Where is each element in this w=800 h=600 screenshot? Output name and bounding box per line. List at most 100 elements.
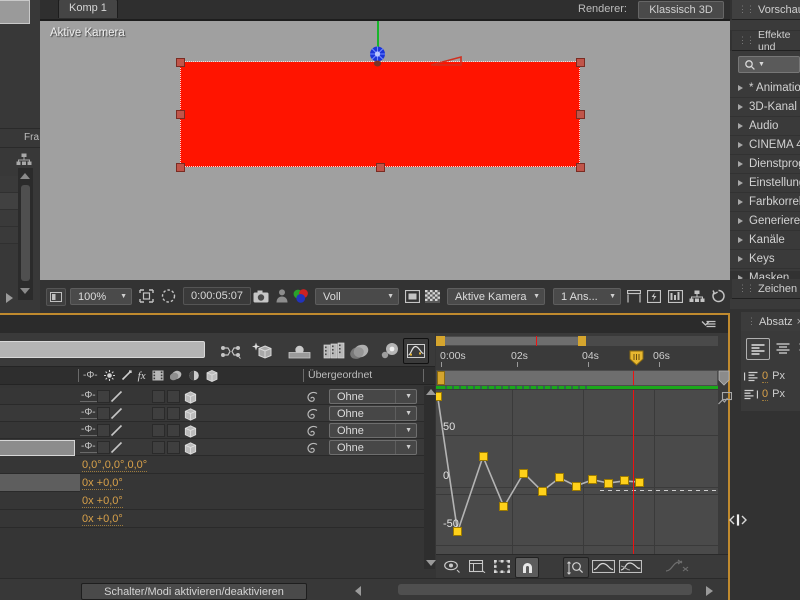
timeline-search-input[interactable] bbox=[0, 341, 205, 358]
layer-three-d-switch[interactable] bbox=[183, 441, 197, 455]
property-value-field[interactable]: 0x +0,0° bbox=[82, 477, 123, 490]
layer-three-d-switch[interactable] bbox=[183, 407, 197, 421]
disclosure-triangle-icon[interactable] bbox=[738, 85, 743, 91]
region-of-interest-icon[interactable] bbox=[138, 288, 154, 304]
layer-handle-bm[interactable] bbox=[376, 163, 385, 172]
status-hscroll-left-arrow[interactable] bbox=[355, 586, 361, 596]
graph-keyframe[interactable] bbox=[588, 475, 598, 485]
work-area-end-handle[interactable] bbox=[436, 336, 444, 346]
effects-category-item[interactable]: Keys bbox=[730, 250, 800, 269]
camera-view-select[interactable]: Aktive Kamera ▼ bbox=[447, 288, 545, 305]
graph-keyframe[interactable] bbox=[635, 477, 645, 487]
status-hscrollbar-thumb[interactable] bbox=[398, 584, 692, 595]
effects-category-item[interactable]: CINEMA 4D bbox=[730, 136, 800, 155]
layer-motionblur-switch[interactable] bbox=[167, 424, 180, 437]
layer-lock-switch[interactable] bbox=[110, 441, 123, 454]
panel-resize-handle-icon[interactable] bbox=[728, 510, 748, 530]
indent-right-value[interactable]: 0 bbox=[762, 388, 769, 401]
property-value-field[interactable]: 0x +0,0° bbox=[82, 513, 123, 526]
layer-motionblur-switch[interactable] bbox=[167, 441, 180, 454]
brainstorm-icon[interactable] bbox=[379, 341, 403, 361]
layer-lock-switch[interactable] bbox=[110, 407, 123, 420]
transparency-grid-icon[interactable] bbox=[424, 288, 441, 304]
layer-solo-switch[interactable] bbox=[97, 407, 110, 420]
effects-category-item[interactable]: Farbkorrek bbox=[730, 193, 800, 212]
timeline-panel-menu-icon[interactable] bbox=[700, 319, 716, 329]
graph-editor-icon[interactable] bbox=[403, 338, 429, 364]
disclosure-triangle-icon[interactable] bbox=[738, 180, 743, 186]
project-vscrollbar-thumb[interactable] bbox=[21, 185, 30, 281]
fx-icon[interactable]: fx bbox=[138, 370, 146, 382]
frame-blend-icon[interactable] bbox=[152, 370, 164, 381]
align-right-icon[interactable] bbox=[796, 338, 800, 358]
flowchart-icon[interactable] bbox=[688, 288, 705, 304]
panel-tab-vorschau[interactable]: ⋮⋮ Vorschau × bbox=[732, 0, 800, 20]
fit-all-icon[interactable] bbox=[618, 558, 642, 574]
parent-pickwhip-icon[interactable] bbox=[305, 407, 319, 421]
fit-selection-icon[interactable] bbox=[591, 558, 615, 574]
draft-3d-icon[interactable] bbox=[251, 340, 275, 362]
disclosure-triangle-icon[interactable] bbox=[738, 104, 743, 110]
pixel-aspect-icon[interactable] bbox=[626, 288, 642, 304]
current-time-field[interactable]: 0:00:05:07 bbox=[183, 287, 251, 305]
lock-icon[interactable] bbox=[121, 370, 132, 381]
renderer-button[interactable]: Klassisch 3D bbox=[638, 1, 724, 19]
layer-name-field[interactable] bbox=[0, 440, 75, 456]
property-value-field[interactable]: 0,0°,0,0°,0,0° bbox=[82, 459, 148, 472]
effects-category-list[interactable]: * Animatio 3D-Kanal Audio CINEMA 4D Dienstpr… bbox=[730, 79, 800, 288]
layer-handle-mr[interactable] bbox=[576, 110, 585, 119]
comp-tab-komp1[interactable]: Komp 1 bbox=[58, 0, 118, 18]
snap-icon[interactable] bbox=[515, 557, 539, 578]
channel-rgb-icon[interactable] bbox=[292, 288, 310, 304]
disclosure-triangle-icon[interactable] bbox=[738, 161, 743, 167]
graph-keyframe[interactable] bbox=[499, 502, 509, 512]
panel-tab-effekte[interactable]: ⋮⋮ Effekte und bbox=[732, 29, 800, 53]
layer-handle-bl[interactable] bbox=[176, 163, 185, 172]
project-scroll-up-arrow[interactable] bbox=[20, 173, 30, 179]
layer-solo-switch[interactable] bbox=[97, 441, 110, 454]
show-snapshot-icon[interactable] bbox=[274, 288, 289, 304]
timeline-property-row[interactable] bbox=[0, 492, 424, 510]
panel-tab-zeichen[interactable]: ⋮⋮ Zeichen × bbox=[732, 279, 800, 299]
graph-keyframe[interactable] bbox=[555, 473, 565, 483]
motion-blur-icon[interactable] bbox=[347, 341, 371, 361]
layer-frameblend-switch[interactable] bbox=[152, 424, 165, 437]
timeline-panel-icon[interactable] bbox=[667, 288, 684, 304]
effects-category-item[interactable]: Generieren bbox=[730, 212, 800, 231]
graph-keyframe[interactable] bbox=[603, 478, 613, 488]
graph-keyframe[interactable] bbox=[619, 476, 629, 486]
effects-category-item[interactable]: Einstellung bbox=[730, 174, 800, 193]
graph-fit-view-icon[interactable] bbox=[718, 391, 732, 405]
graph-editor-canvas[interactable] bbox=[436, 390, 718, 554]
toggle-view-layout-icon[interactable] bbox=[46, 288, 66, 306]
layer-handle-tl[interactable] bbox=[176, 58, 185, 67]
layer-frameblend-switch[interactable] bbox=[152, 441, 165, 454]
layer-three-d-switch[interactable] bbox=[183, 390, 197, 404]
layer-parent-select[interactable]: Ohne ▼ bbox=[329, 423, 417, 438]
parent-pickwhip-icon[interactable] bbox=[305, 441, 319, 455]
effects-category-item[interactable]: Kanäle bbox=[730, 231, 800, 250]
project-row[interactable] bbox=[0, 176, 18, 193]
show-properties-icon[interactable] bbox=[443, 558, 461, 574]
snapshot-icon[interactable] bbox=[252, 288, 269, 304]
solo-icon[interactable] bbox=[103, 370, 115, 381]
close-icon[interactable]: × bbox=[797, 316, 800, 328]
project-row[interactable] bbox=[0, 210, 18, 227]
layer-handle-ml[interactable] bbox=[176, 110, 185, 119]
graph-keyframe[interactable] bbox=[478, 452, 488, 462]
graph-keyframe[interactable] bbox=[519, 468, 529, 478]
toggle-switches-modes-button[interactable]: Schalter/Modi aktivieren/deaktivieren bbox=[81, 583, 307, 600]
mask-shape-icon[interactable] bbox=[160, 288, 176, 304]
disclosure-triangle-icon[interactable] bbox=[738, 256, 743, 262]
layer-handle-tr[interactable] bbox=[576, 58, 585, 67]
paragraph-indent-row-1[interactable]: 0 Px bbox=[744, 368, 800, 384]
project-scroll-down-arrow[interactable] bbox=[20, 288, 30, 294]
project-row[interactable] bbox=[0, 227, 18, 244]
live-update-icon[interactable] bbox=[219, 341, 243, 361]
paragraph-indent-row-2[interactable]: 0 Px bbox=[744, 386, 800, 402]
layer-solo-switch[interactable] bbox=[97, 390, 110, 403]
property-value-field[interactable]: 0x +0,0° bbox=[82, 495, 123, 508]
effects-category-item[interactable]: 3D-Kanal bbox=[730, 98, 800, 117]
timeline-vscrollbar-track[interactable] bbox=[424, 386, 435, 569]
views-count-select[interactable]: 1 Ans... ▼ bbox=[553, 288, 621, 305]
